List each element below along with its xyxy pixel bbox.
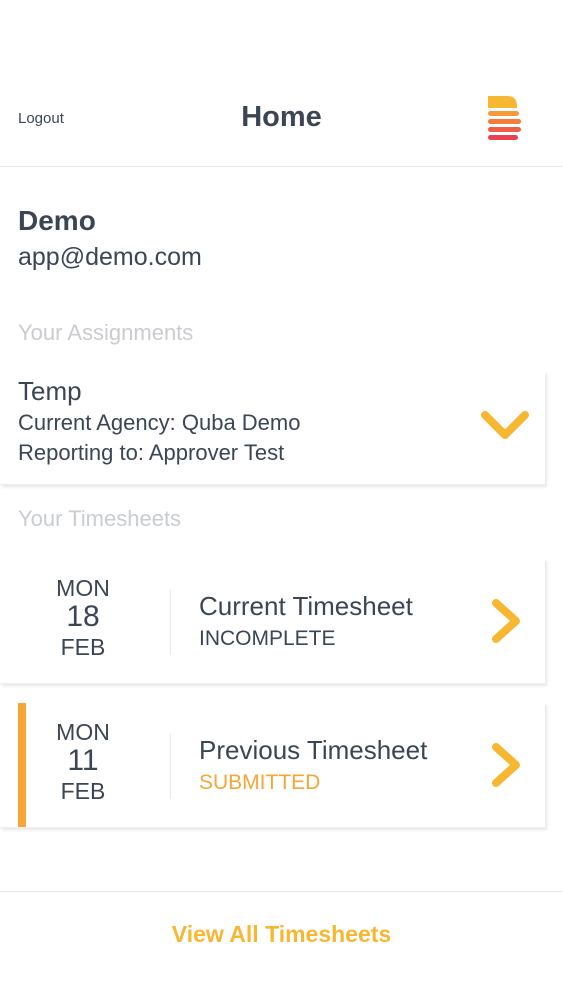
timesheet-day: 18 [66,600,100,633]
timesheet-weekday: MON [56,575,110,601]
navigation-bar: Logout Home [0,0,563,167]
timesheet-status: SUBMITTED [199,771,321,794]
timesheet-month: FEB [60,634,106,660]
timesheet-title: Previous Timesheet [199,735,428,765]
assignment-role: Temp [18,376,82,406]
app-logo-icon[interactable] [487,96,521,142]
timesheet-card-current[interactable]: MON 18 FEB Current Timesheet INCOMPLETE [0,559,545,684]
divider [170,589,171,655]
assignment-reporting: Reporting to: Approver Test [18,440,285,465]
chevron-down-icon[interactable] [480,408,530,442]
timesheet-weekday: MON [56,719,110,745]
view-all-timesheets-button[interactable]: View All Timesheets [0,921,563,948]
timesheets-section-label: Your Timesheets [18,506,182,531]
user-email: app@demo.com [18,243,202,271]
footer: View All Timesheets [0,891,563,1001]
timesheet-status: INCOMPLETE [199,627,336,650]
timesheet-month: FEB [60,778,106,804]
assignments-section-label: Your Assignments [18,320,194,345]
chevron-right-icon[interactable] [488,597,524,645]
assignment-agency: Current Agency: Quba Demo [18,410,301,435]
timesheet-title: Current Timesheet [199,591,413,621]
user-name: Demo [18,205,96,236]
timesheet-card-previous[interactable]: MON 11 FEB Previous Timesheet SUBMITTED [0,703,545,828]
timesheet-day: 11 [67,744,99,777]
page-title: Home [241,101,322,133]
divider [170,733,171,799]
chevron-right-icon[interactable] [488,741,524,789]
assignment-card[interactable]: Temp Current Agency: Quba Demo Reporting… [0,372,545,485]
timesheet-date: MON 11 FEB [28,721,138,803]
submitted-accent-bar [18,703,26,827]
timesheet-date: MON 18 FEB [28,577,138,659]
